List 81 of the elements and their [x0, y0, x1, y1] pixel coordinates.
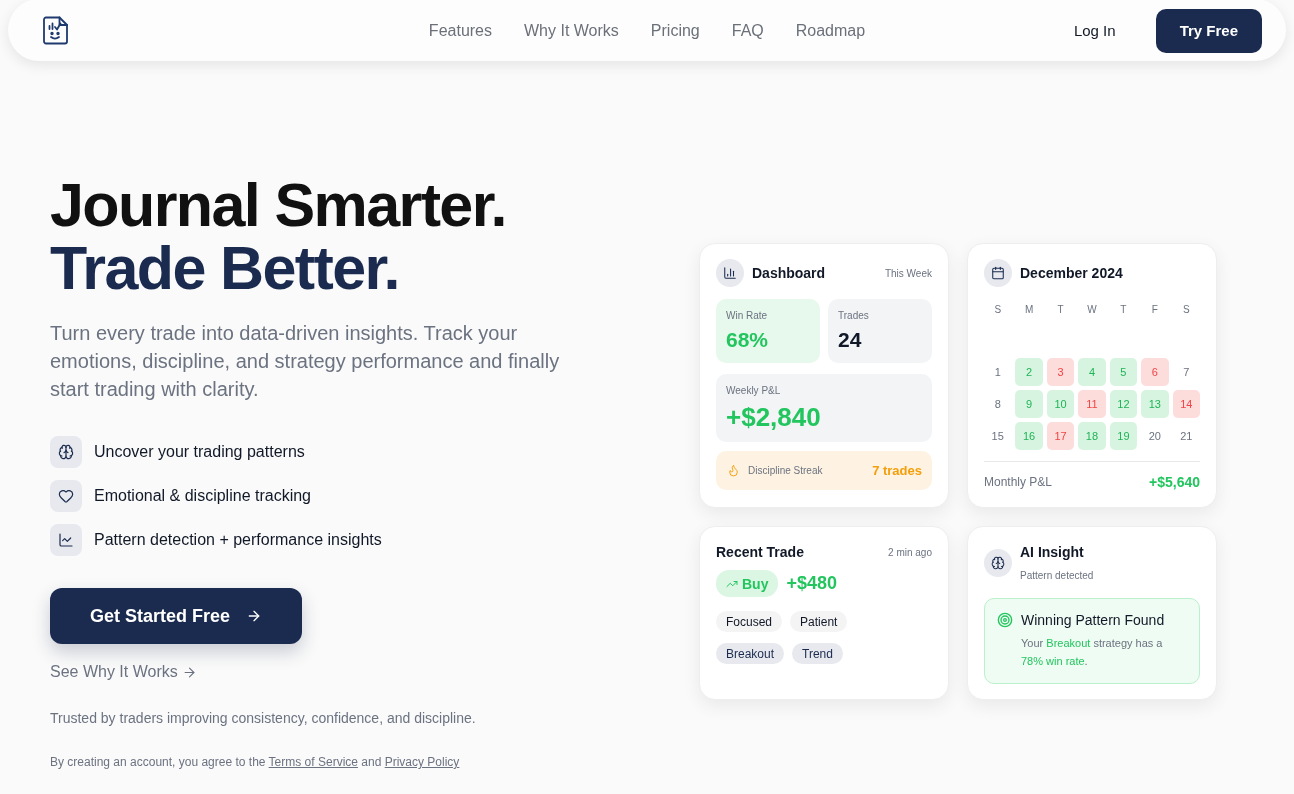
stat-label: Weekly P&L [726, 384, 782, 398]
strategy-tag: Breakout [716, 643, 785, 664]
weekday-label: T [1056, 303, 1065, 317]
stat-value: 24 [838, 327, 863, 353]
nav-link[interactable]: Roadmap [795, 21, 866, 40]
document-smiley-icon[interactable] [43, 16, 69, 45]
weekday-label: S [993, 303, 1003, 317]
time-label: 2 min ago [888, 546, 932, 558]
get-started-button[interactable]: Get Started Free [50, 588, 303, 644]
calendar-day: 1 [984, 358, 1012, 386]
weekday-label: S [1181, 303, 1191, 317]
calendar-day: 20 [1141, 422, 1169, 450]
calendar-day: 19 [1109, 422, 1138, 450]
nav-link[interactable]: Features [428, 21, 492, 40]
nav-link[interactable]: Pricing [650, 21, 700, 40]
brain-icon [50, 436, 82, 468]
calendar-day: 10 [1046, 390, 1075, 418]
bar-chart-icon [716, 259, 744, 287]
calendar-day: 8 [984, 390, 1012, 418]
trade-pnl: +$480 [786, 573, 837, 594]
period-label: This Week [884, 267, 932, 279]
monthly-pnl-value: +$5,640 [1149, 474, 1200, 490]
feature-text: Pattern detection + performance insights [94, 531, 382, 549]
weekday-label: M [1023, 303, 1035, 317]
streak-value: 7 trades [872, 463, 922, 478]
calendar-day: 21 [1172, 422, 1200, 450]
calendar-day: 9 [1015, 390, 1043, 418]
brain-icon [984, 548, 1012, 577]
legal-notice: By creating an account, you agree to the Terms of Service and Privacy Policy [50, 754, 461, 771]
calendar-day: 12 [1109, 390, 1138, 418]
nav-link[interactable]: FAQ [731, 21, 764, 40]
calendar-day: 14 [1172, 390, 1200, 418]
strategy-tag: Trend [792, 643, 843, 664]
card-title: AI Insight [1020, 543, 1085, 562]
emotion-tag: Focused [716, 611, 783, 632]
calendar-day: 6 [1141, 358, 1169, 386]
streak-label: Discipline Streak [748, 465, 823, 476]
trade-side-label: Buy [742, 575, 769, 592]
target-icon [997, 612, 1013, 628]
calendar-day: 17 [1046, 422, 1075, 450]
feature-text: Emotional & discipline tracking [94, 487, 311, 505]
emotion-tag: Patient [790, 611, 848, 632]
trust-text: Trusted by traders improving consistency, confidence, and discipline. [50, 709, 477, 728]
calendar-day: 3 [1046, 358, 1075, 386]
see-why-link[interactable]: See Why It Works [50, 660, 197, 684]
weekday-label: F [1150, 303, 1159, 317]
intro-paragraph: Turn every trade into data-driven insights. Track your emotions, discipline, and strategy performance and finally start trading with clarity. [50, 321, 561, 402]
monthly-pnl-label: Monthly P&L [984, 474, 1053, 491]
card-title: December 2024 [1020, 264, 1123, 283]
try-free-button[interactable]: Try Free [1155, 8, 1262, 53]
login-link[interactable]: Log In [1073, 22, 1116, 39]
headline-accent: Trade Better. [50, 237, 399, 300]
insight-text: Your Breakout strategy has a 78% win rate. [1021, 636, 1164, 669]
calendar-icon [984, 259, 1012, 287]
privacy-link[interactable]: Privacy Policy [384, 755, 460, 769]
calendar-day: 11 [1078, 390, 1106, 418]
calendar-day: 13 [1141, 390, 1169, 418]
headline: Journal Smarter. [50, 174, 506, 237]
calendar-day: 4 [1078, 358, 1106, 386]
card-title: Dashboard [752, 264, 826, 283]
calendar-day: 16 [1015, 422, 1043, 450]
card-subtitle: Pattern detected [1020, 569, 1094, 583]
weekday-label: W [1086, 303, 1098, 317]
flame-icon [727, 464, 740, 477]
card-title: Recent Trade [716, 543, 804, 562]
stat-value: 68% [726, 327, 770, 353]
weekly-pnl-value: +$2,840 [726, 402, 822, 432]
arrow-right-icon [181, 664, 197, 680]
weekday-label: T [1119, 303, 1128, 317]
calendar-day: 7 [1172, 358, 1200, 386]
calendar-day: 18 [1078, 422, 1106, 450]
nav-link[interactable]: Why It Works [524, 21, 619, 40]
stat-label: Win Rate [726, 309, 769, 323]
insight-title: Winning Pattern Found [1021, 611, 1166, 629]
calendar-day: 5 [1109, 358, 1138, 386]
terms-link[interactable]: Terms of Service [268, 755, 358, 769]
stat-label: Trades [838, 309, 870, 323]
calendar-day: 2 [1015, 358, 1043, 386]
calendar-day: 15 [984, 422, 1012, 450]
line-chart-icon [50, 524, 82, 556]
feature-text: Uncover your trading patterns [94, 443, 305, 461]
